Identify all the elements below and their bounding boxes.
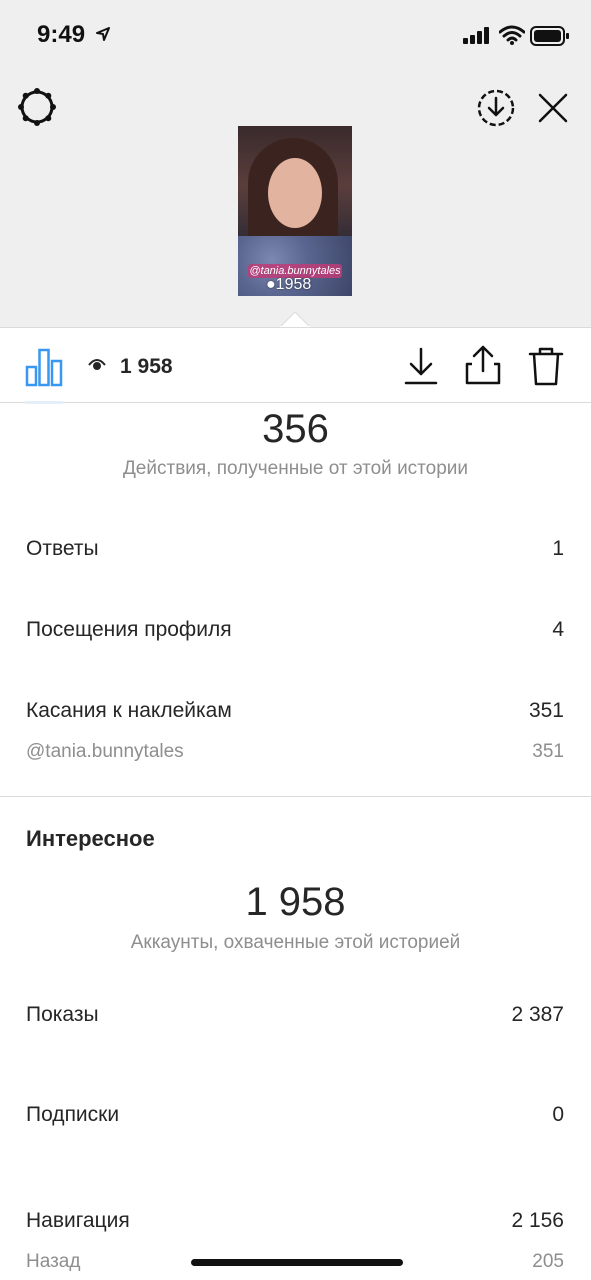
settings-button[interactable]	[16, 86, 58, 128]
save-download-circle-icon	[477, 89, 515, 127]
thumbnail-views-number: 1958	[275, 276, 312, 293]
download-icon	[404, 347, 438, 385]
back-value: 205	[532, 1251, 564, 1272]
profile-visits-label: Посещения профиля	[26, 618, 232, 641]
share-icon	[465, 345, 501, 385]
thumbnail-face	[268, 158, 322, 228]
wifi-icon	[499, 25, 525, 45]
trash-icon	[528, 347, 564, 386]
battery-icon	[530, 26, 569, 46]
follows-label: Подписки	[26, 1103, 120, 1126]
eye-icon	[88, 359, 106, 370]
interactions-caption: Действия, полученные от этой истории	[122, 458, 469, 479]
sticker-mention-value: 351	[532, 741, 564, 762]
replies-label: Ответы	[26, 537, 99, 560]
save-story-button[interactable]	[476, 88, 516, 128]
sticker-taps-value: 351	[528, 699, 564, 722]
profile-visits-value: 4	[552, 618, 564, 641]
follows-value: 0	[552, 1103, 564, 1126]
sticker-mention-label[interactable]: @tania.bunnytales	[26, 741, 184, 763]
insights-tab-indicator	[25, 401, 63, 404]
sticker-taps-label: Касания к наклейкам	[26, 699, 232, 722]
cell-signal-icon	[463, 27, 489, 44]
interactions-total: 356	[262, 407, 329, 451]
back-label: Назад	[26, 1251, 81, 1272]
thumbnail-eye-icon: ●	[266, 276, 276, 293]
close-icon	[538, 93, 568, 123]
navigation-value: 2 156	[511, 1209, 564, 1232]
close-button[interactable]	[535, 90, 571, 126]
settings-gear-icon	[18, 88, 56, 126]
status-time: 9:49	[37, 21, 86, 48]
share-button[interactable]	[464, 344, 502, 386]
views-count[interactable]: 1 958	[120, 355, 173, 379]
reach-total: 1 958	[245, 880, 346, 924]
replies-value: 1	[552, 537, 564, 560]
thumbnail-pointer-caret	[280, 311, 310, 327]
location-arrow-icon	[96, 27, 110, 41]
story-thumbnail[interactable]: @tania.bunnytales ●1958	[238, 126, 352, 296]
reach-caption: Аккаунты, охваченные этой историей	[130, 932, 461, 953]
story-toolbar: 1 958	[0, 327, 591, 404]
delete-button[interactable]	[528, 346, 564, 386]
thumbnail-views-count: ●1958	[266, 276, 311, 294]
impressions-value: 2 387	[511, 1003, 564, 1026]
bar-chart-icon	[25, 348, 63, 387]
section-divider	[0, 796, 591, 797]
home-indicator[interactable]	[191, 1259, 403, 1266]
download-button[interactable]	[402, 346, 440, 386]
insights-tab[interactable]	[25, 347, 63, 387]
discovery-section-title: Интересное	[26, 826, 155, 851]
impressions-label: Показы	[26, 1003, 99, 1026]
navigation-label: Навигация	[26, 1209, 130, 1232]
